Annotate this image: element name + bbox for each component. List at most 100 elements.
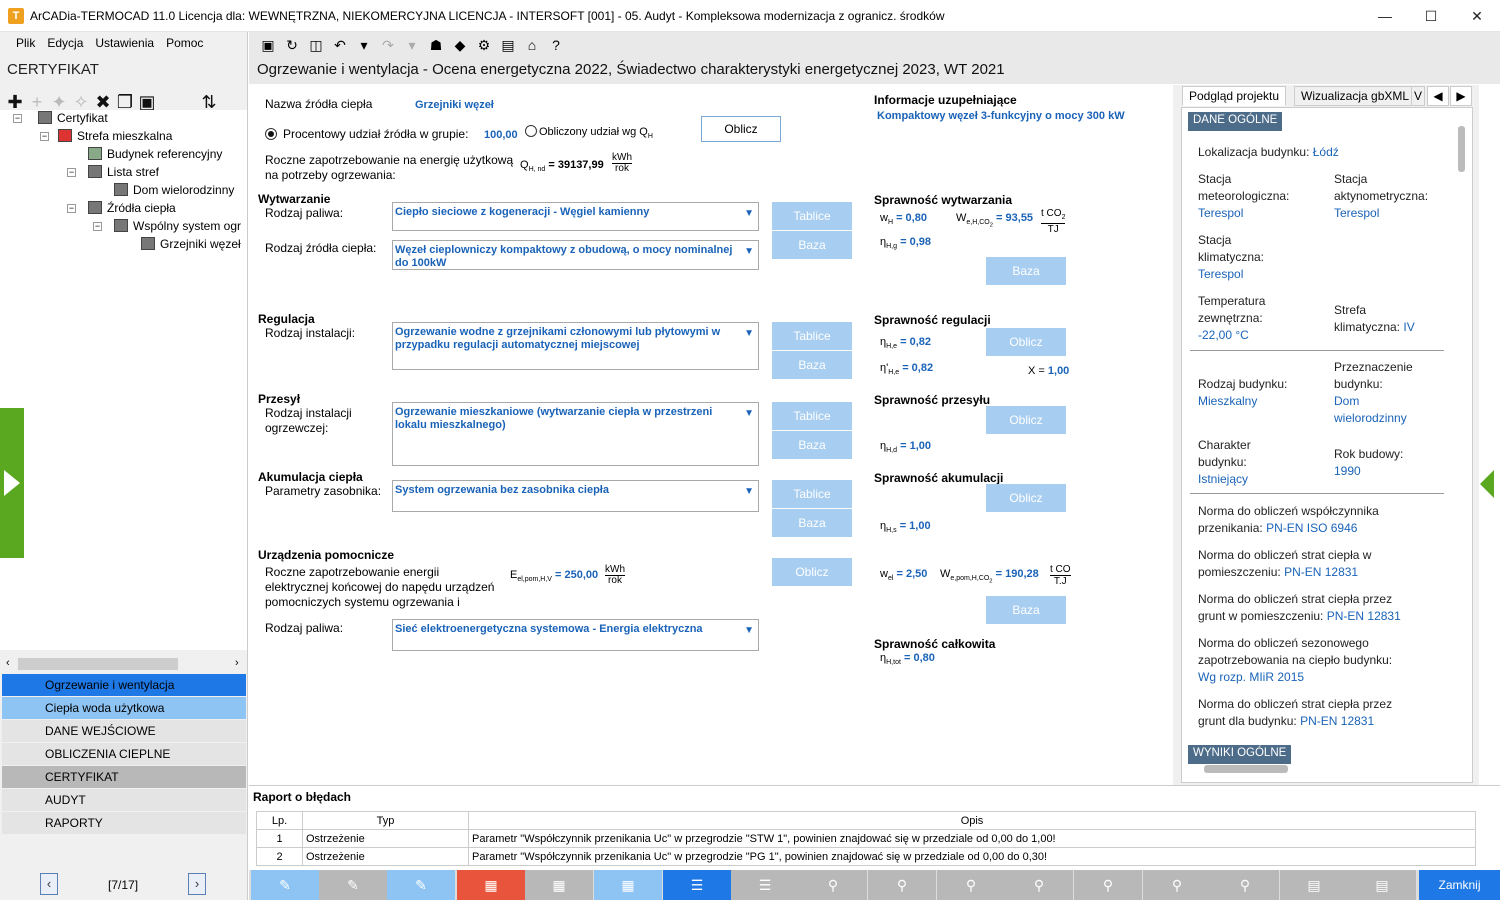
aux-fuel-select[interactable]: Sieć elektroenergetyczna systemowa - Ene… bbox=[392, 619, 759, 651]
nav-dane-wejsciowe[interactable]: DANE WEJŚCIOWE bbox=[2, 720, 246, 742]
tree-node-wspolny[interactable]: Wspólny system ogr bbox=[114, 219, 241, 233]
info-value[interactable]: Kompaktowy węzeł 3-funkcyjny o mocy 300 … bbox=[877, 110, 1125, 122]
menu-ustawienia[interactable]: Ustawienia bbox=[90, 33, 161, 50]
installation-select[interactable]: Ogrzewanie wodne z grzejnikami członowym… bbox=[392, 322, 759, 370]
tablice-button-4[interactable]: Tablice bbox=[772, 480, 852, 508]
report-icon[interactable]: ▤ bbox=[1348, 870, 1416, 900]
tab-gbxml[interactable]: Wizualizacja gbXML bbox=[1294, 86, 1417, 106]
col-lp[interactable]: Lp. bbox=[256, 811, 303, 830]
table-row[interactable]: 2 Ostrzeżenie Parametr "Współczynnik prz… bbox=[256, 847, 1476, 866]
table-row[interactable]: 1 Ostrzeżenie Parametr "Współczynnik prz… bbox=[256, 829, 1476, 848]
tab-prev-icon[interactable]: ◀ bbox=[1427, 86, 1449, 106]
scroll-left-icon[interactable]: ‹ bbox=[6, 657, 10, 669]
tree-node-budynek-ref[interactable]: Budynek referencyjny bbox=[88, 147, 222, 161]
right-hscroll-thumb[interactable] bbox=[1204, 765, 1288, 773]
nav-obliczenia[interactable]: OBLICZENIA CIEPLNE bbox=[2, 743, 246, 765]
right-scroll-thumb[interactable] bbox=[1458, 126, 1465, 172]
menu-pomoc[interactable]: Pomoc bbox=[161, 33, 210, 50]
search-doc-icon[interactable]: ⚲ bbox=[937, 870, 1005, 900]
tab-podglad[interactable]: Podgląd projektu bbox=[1182, 86, 1287, 106]
tree-node-grzejniki[interactable]: Grzejniki węzeł bbox=[141, 237, 241, 251]
doc-edit-icon[interactable]: ✎ bbox=[251, 870, 319, 900]
redo-menu-icon[interactable]: ▾ bbox=[400, 35, 424, 55]
chevron-down-icon[interactable]: ▼ bbox=[744, 245, 754, 258]
search-doc-icon[interactable]: ⚲ bbox=[1143, 870, 1211, 900]
pager-next-button[interactable]: › bbox=[188, 873, 206, 895]
minimize-icon[interactable]: — bbox=[1362, 0, 1408, 32]
search-doc-icon[interactable]: ⚲ bbox=[799, 870, 867, 900]
search-doc-icon[interactable]: ⚲ bbox=[1074, 870, 1142, 900]
search-doc-icon[interactable]: ⚲ bbox=[1005, 870, 1073, 900]
arrow-right-icon[interactable] bbox=[4, 470, 20, 496]
radio-checked-icon[interactable] bbox=[265, 128, 277, 140]
list-icon[interactable]: ☰ bbox=[663, 870, 731, 900]
home-icon[interactable]: ⌂ bbox=[520, 35, 544, 55]
table-icon[interactable]: ▦ bbox=[457, 870, 525, 900]
baza-button-4[interactable]: Baza bbox=[772, 509, 852, 537]
tree-scroll-thumb[interactable] bbox=[18, 658, 178, 670]
oblicz-button-reg[interactable]: Oblicz bbox=[986, 328, 1066, 356]
radio-unchecked-icon[interactable] bbox=[525, 125, 537, 137]
report-icon[interactable]: ▤ bbox=[1280, 870, 1348, 900]
menu-plik[interactable]: Plik bbox=[0, 33, 42, 50]
doc-edit-icon[interactable]: ✎ bbox=[387, 870, 455, 900]
tree-node-zrodla[interactable]: Źródła ciepła bbox=[88, 201, 176, 215]
percent-value[interactable]: 100,00 bbox=[484, 129, 518, 141]
tree-node-strefa[interactable]: Strefa mieszkalna bbox=[58, 129, 172, 143]
tablice-button-3[interactable]: Tablice bbox=[772, 402, 852, 430]
scroll-right-icon[interactable]: › bbox=[235, 657, 239, 669]
nav-cwu[interactable]: Ciepła woda użytkowa bbox=[2, 697, 246, 719]
table-icon[interactable]: ▦ bbox=[525, 870, 593, 900]
source-name-value[interactable]: Grzejniki węzeł bbox=[415, 99, 494, 111]
baza-button-3[interactable]: Baza bbox=[772, 431, 852, 459]
storage-select[interactable]: System ogrzewania bez zasobnika ciepła ▼ bbox=[392, 480, 759, 512]
chevron-down-icon[interactable]: ▼ bbox=[744, 327, 754, 340]
document-icon[interactable]: ▤ bbox=[496, 35, 520, 55]
maximize-icon[interactable]: ☐ bbox=[1408, 0, 1454, 32]
oblicz-button-aku[interactable]: Oblicz bbox=[986, 484, 1066, 512]
nav-raporty[interactable]: RAPORTY bbox=[2, 812, 246, 834]
redo-icon[interactable]: ↷ bbox=[376, 35, 400, 55]
baza-button-wel[interactable]: Baza bbox=[986, 596, 1066, 624]
radio-computed[interactable]: Obliczony udział wg QH bbox=[525, 125, 653, 140]
tab-next-icon[interactable]: ▶ bbox=[1450, 86, 1472, 106]
baza-button-2[interactable]: Baza bbox=[772, 351, 852, 379]
tree-node-dom[interactable]: Dom wielorodzinny bbox=[114, 183, 234, 197]
undo-icon[interactable]: ↶ bbox=[328, 35, 352, 55]
oblicz-button-top[interactable]: Oblicz bbox=[701, 116, 781, 142]
help-icon[interactable]: ? bbox=[544, 35, 568, 55]
menu-edycja[interactable]: Edycja bbox=[42, 33, 90, 50]
lock-icon[interactable]: ◆ bbox=[448, 35, 472, 55]
heating-inst-select[interactable]: Ogrzewanie mieszkaniowe (wytwarzanie cie… bbox=[392, 402, 759, 466]
save-icon[interactable]: ▣ bbox=[256, 35, 280, 55]
radio-percent[interactable]: Procentowy udział źródła w grupie: bbox=[265, 127, 468, 141]
fuel-select[interactable]: Ciepło sieciowe z kogeneracji - Węgiel k… bbox=[392, 202, 759, 231]
tree-node-certyfikat[interactable]: Certyfikat bbox=[38, 111, 108, 125]
tablice-button-1[interactable]: Tablice bbox=[772, 202, 852, 230]
undo-menu-icon[interactable]: ▾ bbox=[352, 35, 376, 55]
baza-button-eff[interactable]: Baza bbox=[986, 257, 1066, 285]
search-doc-icon[interactable]: ⚲ bbox=[868, 870, 936, 900]
chevron-down-icon[interactable]: ▼ bbox=[744, 407, 754, 420]
settings-icon[interactable]: ⚙ bbox=[472, 35, 496, 55]
source-type-select[interactable]: Węzeł cieplowniczy kompaktowy z obudową,… bbox=[392, 240, 759, 270]
doc-edit-icon[interactable]: ✎ bbox=[319, 870, 387, 900]
table-icon[interactable]: ▦ bbox=[594, 870, 662, 900]
tab-more[interactable]: V bbox=[1411, 86, 1425, 106]
chevron-down-icon[interactable]: ▼ bbox=[744, 485, 754, 498]
preview-icon[interactable]: ◫ bbox=[304, 35, 328, 55]
close-icon[interactable]: ✕ bbox=[1454, 0, 1500, 32]
list-icon[interactable]: ☰ bbox=[731, 870, 799, 900]
arrow-left-icon[interactable] bbox=[1480, 470, 1494, 498]
chevron-down-icon[interactable]: ▼ bbox=[744, 624, 754, 637]
pager-prev-button[interactable]: ‹ bbox=[40, 873, 58, 895]
library-icon[interactable]: ☗ bbox=[424, 35, 448, 55]
tablice-button-2[interactable]: Tablice bbox=[772, 322, 852, 350]
nav-ogrzewanie[interactable]: Ogrzewanie i wentylacja bbox=[2, 674, 246, 696]
baza-button-1[interactable]: Baza bbox=[772, 231, 852, 259]
col-opis[interactable]: Opis bbox=[468, 811, 1476, 830]
nav-certyfikat[interactable]: CERTYFIKAT bbox=[2, 766, 246, 788]
tree-node-lista-stref[interactable]: Lista stref bbox=[88, 165, 159, 179]
oblicz-button-prz[interactable]: Oblicz bbox=[986, 406, 1066, 434]
nav-audyt[interactable]: AUDYT bbox=[2, 789, 246, 811]
